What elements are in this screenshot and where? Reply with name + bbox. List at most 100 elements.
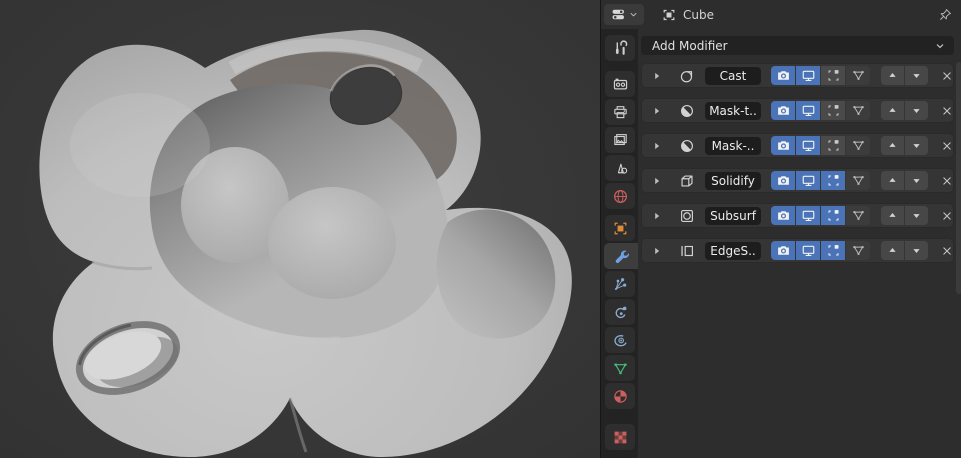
tab-output[interactable] (605, 99, 635, 125)
delete-modifier-button[interactable] (940, 244, 954, 258)
move-up-button[interactable] (881, 241, 904, 260)
cage-toggle[interactable] (846, 241, 870, 260)
modifier-type-icon-subsurf (678, 207, 696, 225)
modifier-panel-mask-2: Mask-.. (641, 133, 954, 158)
tab-physics[interactable] (605, 299, 635, 325)
pin-id-button[interactable] (937, 7, 953, 23)
cage-toggle[interactable] (846, 136, 870, 155)
up-arrow-icon (886, 174, 899, 187)
cage-icon (851, 103, 866, 118)
expand-arrow-icon[interactable] (649, 103, 665, 119)
rendered-blob-object (0, 0, 600, 458)
breadcrumb-object-name[interactable]: Cube (683, 8, 714, 22)
move-down-button[interactable] (905, 101, 928, 120)
reorder-buttons (881, 171, 928, 190)
tab-object-data[interactable] (605, 355, 635, 381)
scrollbar[interactable] (956, 62, 961, 294)
expand-arrow-icon[interactable] (649, 208, 665, 224)
add-modifier-dropdown[interactable]: Add Modifier (641, 36, 954, 55)
cage-toggle[interactable] (846, 66, 870, 85)
properties-header: Cube (601, 0, 961, 29)
cage-toggle[interactable] (846, 206, 870, 225)
expand-arrow-icon[interactable] (649, 68, 665, 84)
down-arrow-icon (910, 139, 923, 152)
editmode-toggle[interactable] (821, 241, 845, 260)
expand-arrow-icon[interactable] (649, 243, 665, 259)
modifier-name-field[interactable]: Cast (705, 67, 761, 85)
tab-world[interactable] (605, 183, 635, 209)
modifier-name-field[interactable]: Mask-.. (705, 137, 761, 155)
render-toggle[interactable] (771, 206, 795, 225)
realtime-toggle[interactable] (796, 206, 820, 225)
editmode-icon (826, 173, 841, 188)
realtime-toggle[interactable] (796, 101, 820, 120)
move-up-button[interactable] (881, 136, 904, 155)
modifier-type-icon-edge-split (678, 242, 696, 260)
tab-modifier[interactable] (604, 243, 638, 269)
modifier-name-field[interactable]: Subsurf (705, 207, 761, 225)
properties-icon (610, 6, 627, 23)
editmode-icon (826, 138, 841, 153)
realtime-toggle[interactable] (796, 136, 820, 155)
editmode-toggle[interactable] (821, 136, 845, 155)
editmode-icon (826, 68, 841, 83)
monitor-icon (801, 243, 816, 258)
cage-toggle[interactable] (846, 101, 870, 120)
move-down-button[interactable] (905, 241, 928, 260)
cage-icon (851, 208, 866, 223)
render-toggle[interactable] (771, 241, 795, 260)
tab-scene[interactable] (605, 155, 635, 181)
editmode-toggle[interactable] (821, 101, 845, 120)
move-down-button[interactable] (905, 206, 928, 225)
realtime-toggle[interactable] (796, 171, 820, 190)
delete-modifier-button[interactable] (940, 139, 954, 153)
editmode-icon (826, 243, 841, 258)
tab-render[interactable] (605, 71, 635, 97)
render-toggle[interactable] (771, 66, 795, 85)
display-toggles (771, 66, 870, 85)
editmode-toggle[interactable] (821, 171, 845, 190)
cage-icon (851, 243, 866, 258)
tab-particles[interactable] (605, 271, 635, 297)
close-icon (940, 69, 954, 83)
modifier-name-field[interactable]: Solidify (705, 172, 761, 190)
move-down-button[interactable] (905, 171, 928, 190)
chevron-down-icon (628, 9, 639, 20)
display-toggles (771, 101, 870, 120)
delete-modifier-button[interactable] (940, 174, 954, 188)
render-toggle[interactable] (771, 171, 795, 190)
expand-arrow-icon[interactable] (649, 173, 665, 189)
delete-modifier-button[interactable] (940, 104, 954, 118)
move-up-button[interactable] (881, 171, 904, 190)
move-down-button[interactable] (905, 136, 928, 155)
move-down-button[interactable] (905, 66, 928, 85)
expand-arrow-icon[interactable] (649, 138, 665, 154)
tab-constraints[interactable] (605, 327, 635, 353)
editor-type-button[interactable] (604, 4, 644, 25)
modifier-name-field[interactable]: Mask-t.. (705, 102, 761, 120)
modifier-name-field[interactable]: EdgeS.. (705, 242, 761, 260)
editmode-toggle[interactable] (821, 206, 845, 225)
3d-viewport[interactable] (0, 0, 600, 458)
modifier-properties-region: Add Modifier Cast (638, 29, 961, 458)
delete-modifier-button[interactable] (940, 69, 954, 83)
tab-texture[interactable] (605, 424, 635, 450)
render-toggle[interactable] (771, 101, 795, 120)
tab-tool[interactable] (605, 35, 635, 61)
move-up-button[interactable] (881, 206, 904, 225)
tab-material[interactable] (605, 383, 635, 409)
tab-view-layer[interactable] (605, 127, 635, 153)
delete-modifier-button[interactable] (940, 209, 954, 223)
monitor-icon (801, 103, 816, 118)
render-toggle[interactable] (771, 136, 795, 155)
move-up-button[interactable] (881, 101, 904, 120)
editmode-toggle[interactable] (821, 66, 845, 85)
move-up-button[interactable] (881, 66, 904, 85)
realtime-toggle[interactable] (796, 241, 820, 260)
cage-toggle[interactable] (846, 171, 870, 190)
realtime-toggle[interactable] (796, 66, 820, 85)
monitor-icon (801, 68, 816, 83)
tab-object[interactable] (605, 215, 635, 241)
add-modifier-label: Add Modifier (652, 39, 934, 53)
close-icon (940, 244, 954, 258)
